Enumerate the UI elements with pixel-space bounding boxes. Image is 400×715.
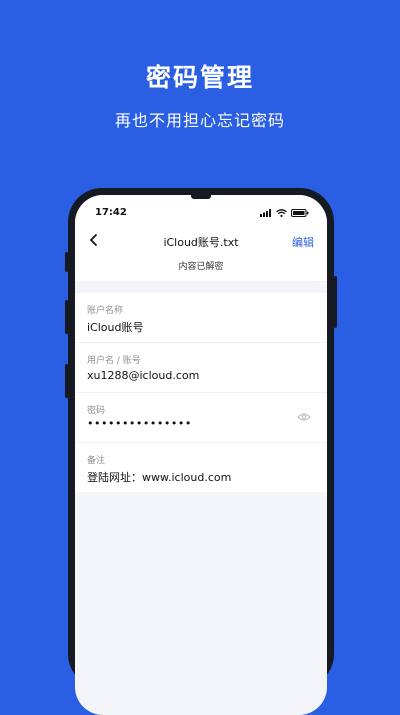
field-password[interactable]: 密码 ••••••••••••••• [75,393,327,443]
field-label: 备注 [87,456,106,466]
field-value: iCloud账号 [87,321,144,334]
field-notes[interactable]: 备注 登陆网址：www.icloud.com [75,443,327,492]
nav-title: iCloud账号.txt [163,236,239,249]
field-username[interactable]: 用户名 / 账号 xu1288@icloud.com [75,343,327,393]
field-label: 账户名称 [87,306,124,316]
field-label: 密码 [87,406,106,416]
nav-bar: iCloud账号.txt 编辑 内容已解密 [75,223,327,281]
decrypted-status: 内容已解密 [178,262,224,272]
phone-side-button-power [334,276,337,328]
eye-icon[interactable] [297,412,311,422]
field-label: 用户名 / 账号 [87,356,141,366]
field-value: 登陆网址：www.icloud.com [87,471,232,484]
promo-subline: 再也不用担心忘记密码 [114,111,285,130]
wifi-icon [276,208,287,217]
chevron-left-icon[interactable] [87,233,101,247]
field-value: xu1288@icloud.com [87,369,200,382]
status-time: 17:42 [95,207,127,218]
status-icons [260,208,309,217]
signal-icon [260,208,271,217]
edit-button[interactable]: 编辑 [292,234,314,250]
field-list: 账户名称 iCloud账号 用户名 / 账号 xu1288@icloud.com… [75,293,327,492]
promo-headline: 密码管理 [145,63,254,92]
phone-frame: 17:42 iCloud账号.txt 编辑 内容已解密 账户名称 iCloud账… [68,188,334,715]
battery-icon [291,208,309,217]
notch [191,195,211,199]
password-masked-value: ••••••••••••••• [87,417,192,430]
field-account-name[interactable]: 账户名称 iCloud账号 [75,293,327,343]
phone-screen: 17:42 iCloud账号.txt 编辑 内容已解密 账户名称 iCloud账… [75,195,327,715]
status-bar: 17:42 [75,195,327,223]
